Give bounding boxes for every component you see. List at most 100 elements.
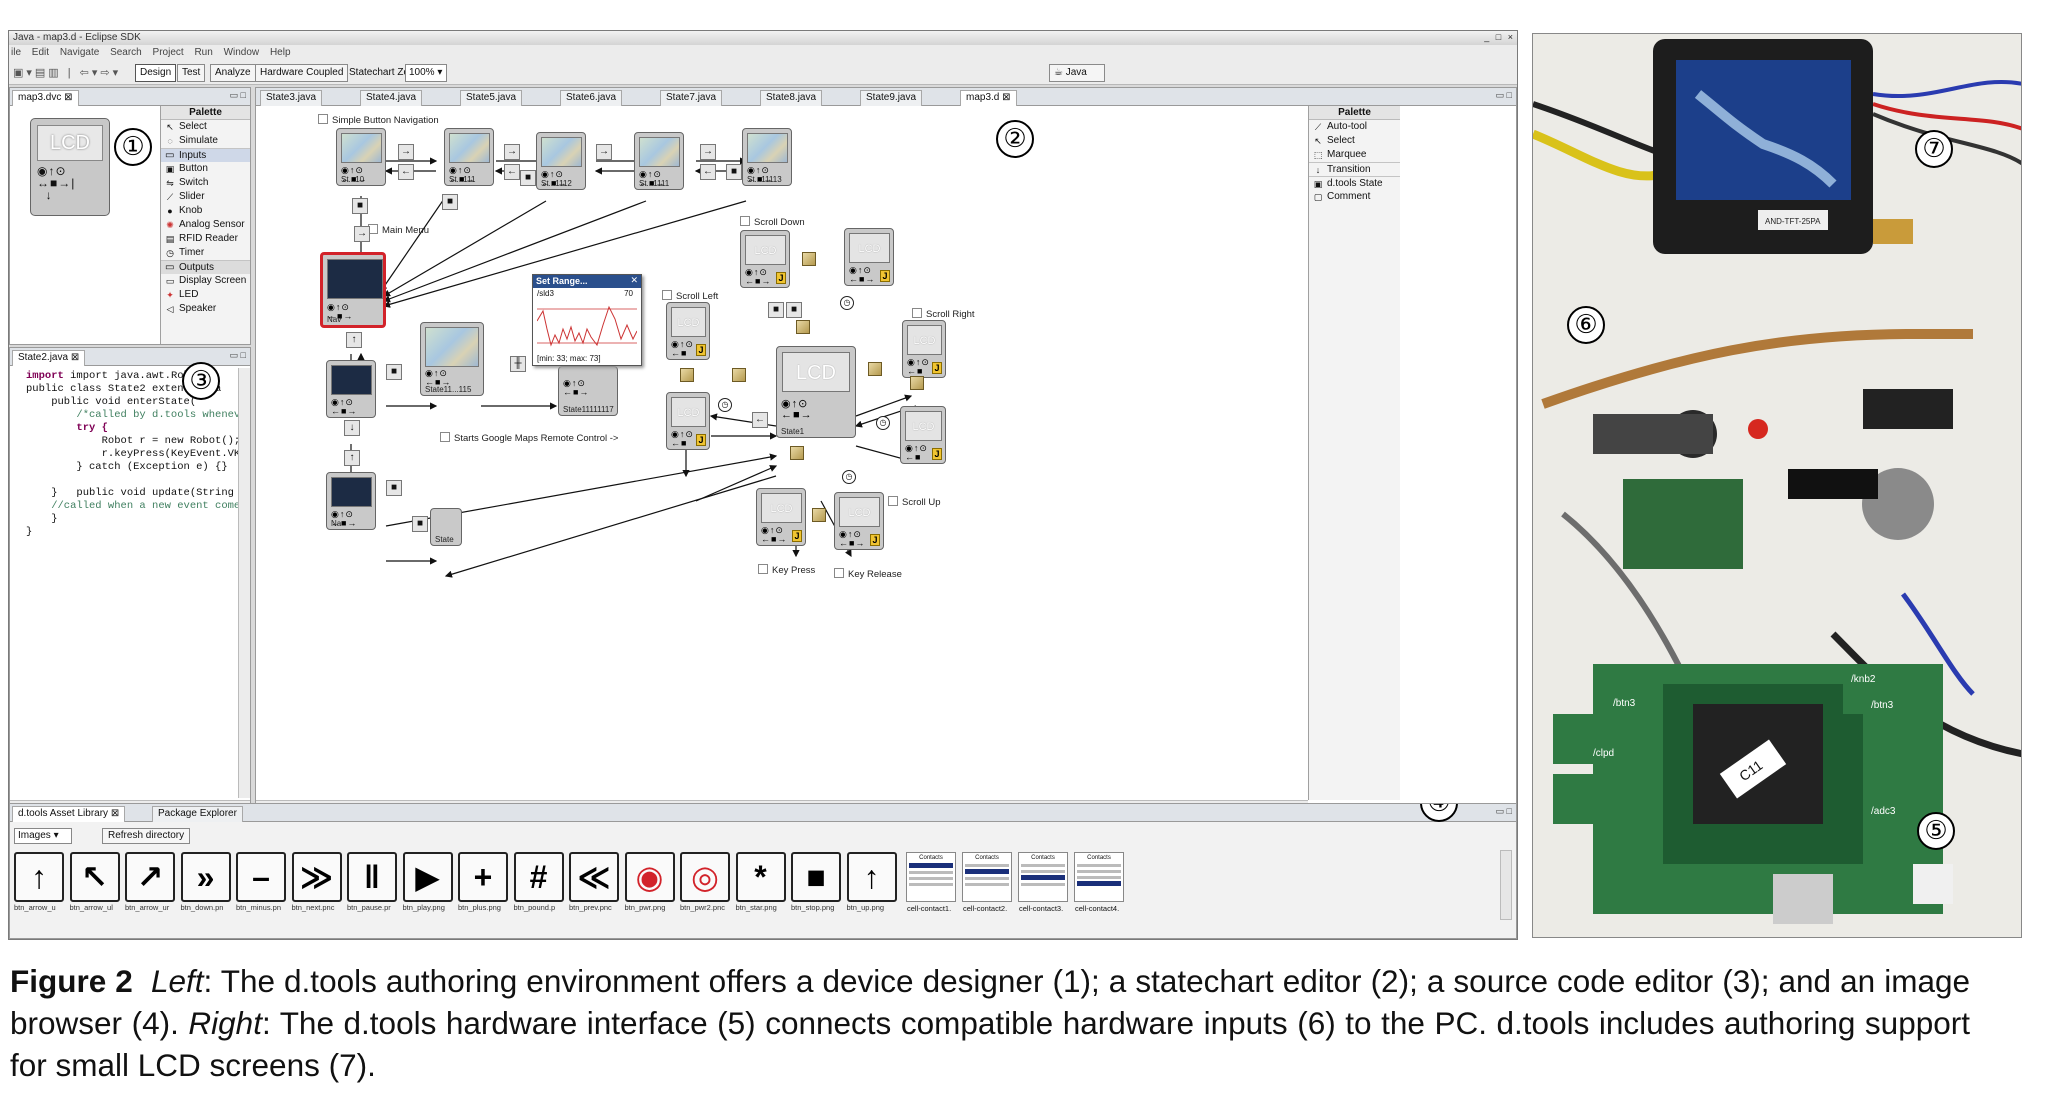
asset-thumbnail[interactable]: # btn_pound.p xyxy=(513,852,564,912)
image-filter-select[interactable]: Images ▾ xyxy=(14,828,72,844)
event-cube-icon[interactable] xyxy=(868,362,882,376)
state-node[interactable]: LCD ◉↑⊙ ←■ J xyxy=(666,392,710,450)
palette-speaker[interactable]: ◁ Speaker xyxy=(161,302,250,316)
state-node[interactable]: LCD ◉↑⊙ ←■→ J xyxy=(844,228,894,286)
asset-thumbnail[interactable]: ‖ btn_pause.pr xyxy=(347,852,397,912)
menu-window[interactable]: Window xyxy=(224,47,260,58)
checkbox-scroll-up[interactable]: Scroll Up xyxy=(888,496,941,508)
code-vscrollbar[interactable] xyxy=(238,368,250,798)
minmax-icon[interactable]: ▭ □ xyxy=(1496,90,1512,101)
state-node[interactable]: ◉↑⊙ ←■→ St...11113 xyxy=(742,128,792,186)
event-cube-icon[interactable] xyxy=(680,368,694,382)
device-lcd[interactable]: LCD xyxy=(37,125,103,161)
toolbar-icons[interactable]: ▣▾▤▥ | ⇦▾⇨▾ xyxy=(13,66,121,79)
minmax-icon[interactable]: ▭ □ xyxy=(230,90,246,101)
analyze-button[interactable]: Analyze xyxy=(210,64,256,82)
checkbox-scroll-left[interactable]: Scroll Left xyxy=(662,290,718,302)
window-controls[interactable]: _ □ × xyxy=(1484,32,1515,42)
palette-comment[interactable]: ▢ Comment xyxy=(1309,190,1400,204)
tab-asset-library[interactable]: d.tools Asset Library ⊠ xyxy=(12,806,126,822)
state-node[interactable]: ◉↑⊙ ←■→ St...1111 xyxy=(634,132,684,190)
button-trigger-icon[interactable]: ↑ xyxy=(346,332,362,348)
checkbox-main-menu[interactable]: Main Menu xyxy=(368,224,429,236)
checkbox-scroll-right[interactable]: Scroll Right xyxy=(912,308,975,320)
palette-select[interactable]: ↖ Select xyxy=(1309,134,1400,148)
contact-thumbnail[interactable]: Contacts cell-contact2. xyxy=(962,852,1012,913)
button-trigger-icon[interactable]: ← xyxy=(398,164,414,180)
asset-thumbnail[interactable]: ↑ btn_arrow_u xyxy=(14,852,64,912)
palette-select[interactable]: ↖ Select xyxy=(161,120,250,134)
tab-state4[interactable]: State4.java xyxy=(360,90,423,106)
palette-dtools-state[interactable]: ▣ d.tools State xyxy=(1309,176,1400,190)
button-trigger-icon[interactable]: → xyxy=(504,144,520,160)
state-node[interactable]: LCD ◉↑⊙ ←■→ J xyxy=(756,488,806,546)
palette-rfid-reader[interactable]: ▤ RFID Reader xyxy=(161,232,250,246)
button-trigger-icon[interactable]: ■ xyxy=(786,302,802,318)
timer-icon[interactable]: ◷ xyxy=(840,296,854,310)
asset-thumbnail[interactable]: ■ btn_stop.png xyxy=(791,852,841,912)
asset-thumbnail[interactable]: ≪ btn_prev.pnc xyxy=(569,852,619,912)
palette-marquee[interactable]: ⬚ Marquee xyxy=(1309,148,1400,162)
button-trigger-icon[interactable]: ■ xyxy=(386,480,402,496)
checkbox-simple-nav[interactable]: Simple Button Navigation xyxy=(318,114,439,126)
menu-edit[interactable]: Edit xyxy=(32,47,49,58)
state-node[interactable]: ◉↑⊙ ←■→ St...1112 xyxy=(536,132,586,190)
asset-thumbnail[interactable]: ↗ btn_arrow_ur xyxy=(125,852,175,912)
palette-analog-sensor[interactable]: ✺ Analog Sensor xyxy=(161,218,250,232)
slider-trigger-icon[interactable]: ╫ xyxy=(510,356,526,372)
state-node[interactable]: LCD ◉↑⊙ ←■ J xyxy=(900,406,946,464)
palette-simulate[interactable]: ◌ Simulate xyxy=(161,134,250,148)
event-cube-icon[interactable] xyxy=(796,320,810,334)
palette-led[interactable]: ✦ LED xyxy=(161,288,250,302)
tab-package-explorer[interactable]: Package Explorer xyxy=(152,806,243,822)
tab-state2-java[interactable]: State2.java ⊠ xyxy=(12,350,86,366)
menu-run[interactable]: Run xyxy=(194,47,212,58)
button-trigger-icon[interactable]: ■ xyxy=(386,364,402,380)
tab-map3-d[interactable]: map3.d ⊠ xyxy=(960,90,1017,106)
button-trigger-icon[interactable]: ↓ xyxy=(344,420,360,436)
set-range-dialog[interactable]: Set Range... ✕ /sld3 70 [min: 33; max: 7… xyxy=(532,274,642,366)
tab-state3[interactable]: State3.java xyxy=(260,90,323,106)
tab-state6[interactable]: State6.java xyxy=(560,90,623,106)
asset-thumbnail[interactable]: ▶ btn_play.png xyxy=(402,852,453,912)
palette-slider[interactable]: ⟋ Slider xyxy=(161,190,250,204)
menu-search[interactable]: Search xyxy=(110,47,142,58)
statechart-canvas[interactable]: Simple Button Navigation Main Menu Scrol… xyxy=(256,106,1308,800)
zoom-select[interactable]: 100% ▾ xyxy=(405,64,447,82)
state-node[interactable]: LCD ◉↑⊙ ←■ J xyxy=(902,320,946,378)
palette-auto-tool[interactable]: ⟋ Auto-tool xyxy=(1309,120,1400,134)
button-trigger-icon[interactable]: ■ xyxy=(352,198,368,214)
button-trigger-icon[interactable]: → xyxy=(596,144,612,160)
button-trigger-icon[interactable]: ■ xyxy=(412,516,428,532)
state-node[interactable]: LCD ◉↑⊙ ←■→ J xyxy=(740,230,790,288)
state-central[interactable]: LCD ◉↑⊙ ←■→ State1 xyxy=(776,346,856,438)
menu-navigate[interactable]: Navigate xyxy=(60,47,99,58)
code-area[interactable]: import import java.awt.Robot;□ public cl… xyxy=(10,368,238,798)
tab-state8[interactable]: State8.java xyxy=(760,90,823,106)
palette-knob[interactable]: ● Knob xyxy=(161,204,250,218)
contact-thumbnail[interactable]: Contacts cell-contact3. xyxy=(1018,852,1068,913)
refresh-directory-button[interactable]: Refresh directory xyxy=(102,828,191,844)
asset-scrollbar[interactable] xyxy=(1500,850,1512,920)
timer-icon[interactable]: ◷ xyxy=(842,470,856,484)
state-node[interactable]: ◉↑⊙ ←■→ St...111 xyxy=(444,128,494,186)
state-node[interactable]: State xyxy=(430,508,462,546)
button-trigger-icon[interactable]: ← xyxy=(700,164,716,180)
tab-state7[interactable]: State7.java xyxy=(660,90,723,106)
hardware-coupled-button[interactable]: Hardware Coupled xyxy=(255,64,349,82)
asset-thumbnail[interactable]: + btn_plus.png xyxy=(458,852,508,912)
checkbox-scroll-down[interactable]: Scroll Down xyxy=(740,216,805,228)
state-node[interactable]: ◉↑⊙ ←■→ St...10 xyxy=(336,128,386,186)
state-nav-highlighted[interactable]: ◉↑⊙ ←■→ Nav xyxy=(320,252,386,328)
asset-thumbnail[interactable]: – btn_minus.pn xyxy=(236,852,286,912)
button-trigger-icon[interactable]: ■ xyxy=(768,302,784,318)
asset-thumbnail[interactable]: ↑ btn_up.png xyxy=(846,852,897,912)
event-cube-icon[interactable] xyxy=(910,376,924,390)
asset-thumbnail[interactable]: ◎ btn_pwr2.pnc xyxy=(680,852,730,912)
checkbox-key-press[interactable]: Key Press xyxy=(758,564,815,576)
menu-help[interactable]: Help xyxy=(270,47,291,58)
palette-section-inputs[interactable]: ▭ Inputs xyxy=(161,148,250,162)
state-node[interactable]: LCD ◉↑⊙ ←■→ J xyxy=(834,492,884,550)
asset-thumbnail[interactable]: » btn_down.pn xyxy=(180,852,231,912)
button-trigger-icon[interactable]: ■ xyxy=(520,170,536,186)
